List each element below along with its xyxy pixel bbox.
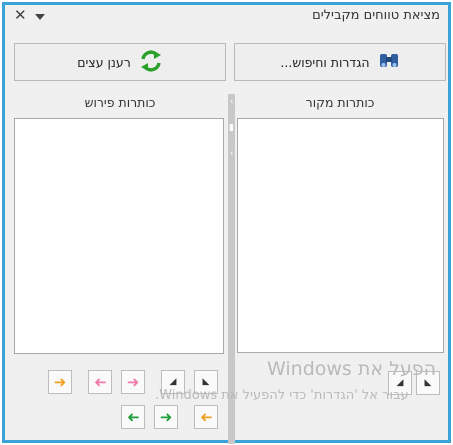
commentary-headings-tree[interactable]	[14, 118, 224, 354]
window-menu-icon[interactable]	[35, 14, 45, 20]
refresh-icon	[139, 49, 163, 76]
green-arrow-right-button[interactable]: ➜	[154, 405, 178, 429]
settings-search-button[interactable]: הגדרות וחיפוש...	[234, 43, 446, 81]
pink-arrow-right-button[interactable]: ➜	[121, 370, 145, 394]
green-arrow-left-button[interactable]: ➜	[121, 405, 145, 429]
parallel-ranges-window: ✕ מציאת טווחים מקבילים הגדרות וחיפוש...	[2, 2, 451, 444]
arrow-right-icon: ➜	[53, 373, 67, 391]
outdent-icon: ◢	[169, 377, 177, 387]
commentary-headings-label: כותרות פירוש	[84, 95, 156, 110]
binoculars-icon	[378, 52, 400, 73]
settings-search-label: הגדרות וחיפוש...	[280, 54, 370, 70]
pink-arrow-left-button[interactable]: ➜	[88, 370, 112, 394]
splitter-grip-icon: ▮	[229, 123, 234, 133]
arrow-left-icon: ➜	[199, 408, 213, 426]
title-bar: ✕ מציאת טווחים מקבילים	[5, 5, 448, 27]
arrow-left-icon: ➜	[126, 408, 140, 426]
chevron-left-icon[interactable]: ‹	[228, 98, 235, 107]
arrow-right-icon: ➜	[126, 373, 140, 391]
orange-arrow-left-button[interactable]: ➜	[194, 405, 218, 429]
indent-icon: ◣	[202, 377, 210, 387]
arrow-left-icon: ➜	[93, 373, 107, 391]
source-headings-label: כותרות מקור	[305, 95, 375, 110]
arrow-right-icon: ➜	[159, 408, 173, 426]
source-headings-tree[interactable]	[237, 118, 444, 353]
orange-arrow-right-button[interactable]: ➜	[48, 370, 72, 394]
close-icon[interactable]: ✕	[14, 6, 27, 24]
activation-watermark-text: עבור אל 'הגדרות' כדי להפעיל את Windows.	[155, 388, 409, 403]
chevron-left-icon[interactable]: ‹	[228, 150, 235, 159]
refresh-trees-label: רענן עצים	[77, 54, 131, 70]
refresh-trees-button[interactable]: רענן עצים	[14, 43, 226, 81]
window-title: מציאת טווחים מקבילים	[312, 8, 440, 23]
activation-watermark-title: Windows הפעל את	[267, 358, 437, 380]
